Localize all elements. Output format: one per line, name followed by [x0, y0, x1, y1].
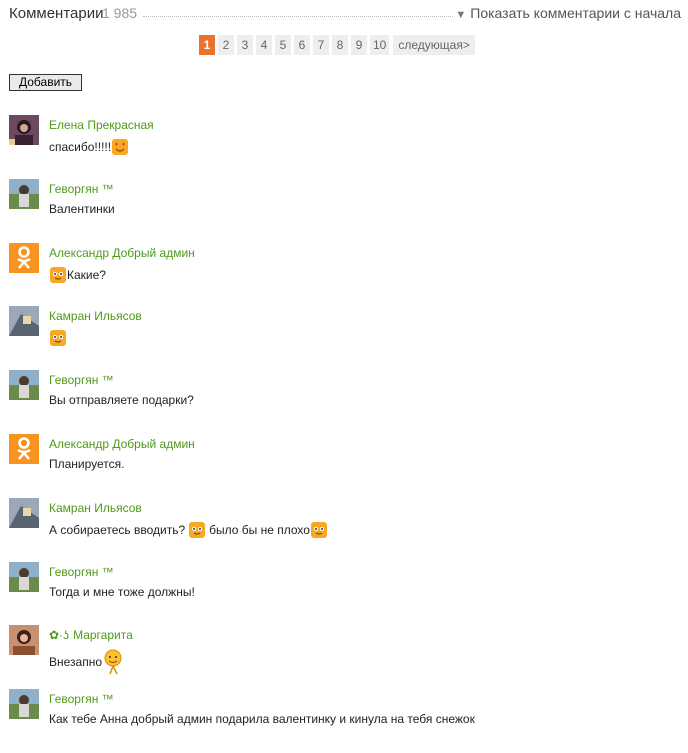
avatar[interactable]: [9, 178, 39, 209]
comment-text: [49, 329, 67, 347]
header-divider: [143, 16, 453, 17]
comment-text: А собираетесь вводить? было бы не плохо: [49, 521, 328, 539]
comment-author[interactable]: Геворгян ™: [49, 565, 114, 579]
comment-body: Как тебе Анна добрый админ подарила вале…: [49, 712, 475, 727]
dancing-emoji-icon: [104, 649, 122, 675]
comment-body: А собираетесь вводить?: [49, 522, 186, 537]
comment-item: Александр Добрый админ Планируется.: [9, 433, 679, 498]
page-7[interactable]: 7: [313, 35, 329, 55]
show-from-start-link[interactable]: ▼ Показать комментарии с начала: [455, 5, 681, 21]
comment-author[interactable]: Александр Добрый админ: [49, 437, 195, 451]
comment-text: Какие?: [49, 266, 106, 284]
page-5[interactable]: 5: [275, 35, 291, 55]
comment-author[interactable]: Камран Ильясов: [49, 309, 142, 323]
avatar[interactable]: [9, 689, 39, 720]
avatar[interactable]: [9, 306, 39, 337]
avatar[interactable]: [9, 625, 39, 656]
page-10[interactable]: 10: [370, 35, 390, 55]
comment-text: Тогда и мне тоже должны!: [49, 585, 195, 599]
pagination: 1 2 3 4 5 6 7 8 9 10 следующая>: [199, 35, 475, 55]
comment-text: Валентинки: [49, 202, 115, 216]
add-comment-button[interactable]: Добавить: [9, 74, 83, 91]
page-8[interactable]: 8: [332, 35, 348, 55]
comment-author[interactable]: Камран Ильясов: [49, 501, 142, 515]
comments-header: Комментарии 1 985 ▼ Показать комментарии …: [9, 4, 681, 24]
comment-author[interactable]: Елена Прекрасная: [49, 118, 154, 132]
comments-count: 1 985: [102, 5, 138, 21]
page-1[interactable]: 1: [199, 35, 215, 55]
comment-item: Геворгян ™ Как тебе Анна добрый админ по…: [9, 689, 679, 753]
comment-text: Внезапно: [49, 648, 124, 676]
comments-title: Комментарии: [9, 5, 104, 22]
next-page-link[interactable]: следующая>: [393, 35, 475, 55]
comment-item: Камран Ильясов: [9, 306, 679, 370]
show-from-start-label: Показать комментарии с начала: [470, 5, 681, 21]
comment-author[interactable]: Геворгян ™: [49, 692, 114, 706]
comment-body: Внезапно: [49, 655, 103, 670]
heart-eyes-emoji-icon: [112, 139, 129, 155]
smiley-emoji-icon: [50, 266, 66, 283]
comment-body: Планируется.: [49, 456, 125, 471]
comment-item: Геворгян ™ Тогда и мне тоже должны!: [9, 561, 679, 626]
comment-text: Вы отправляете подарки?: [49, 393, 194, 407]
comment-item: ✿·ʖ Маргарита Внезапно: [9, 625, 679, 689]
comment-body: спасибо!!!!!: [49, 140, 112, 154]
page-3[interactable]: 3: [237, 35, 253, 55]
comment-text: Как тебе Анна добрый админ подарила вале…: [49, 712, 475, 726]
smiley-emoji-icon: [50, 330, 66, 347]
comment-author[interactable]: ✿·ʖ Маргарита: [49, 628, 133, 642]
comment-item: Александр Добрый админ Какие?: [9, 242, 679, 307]
comment-item: Геворгян ™ Вы отправляете подарки?: [9, 370, 679, 434]
comment-item: Камран Ильясов А собираетесь вводить? бы…: [9, 497, 679, 562]
comment-item: Елена Прекрасная спасибо!!!!!: [9, 115, 679, 179]
comment-body: Валентинки: [49, 201, 115, 216]
author-name: Маргарита: [73, 628, 133, 643]
comment-list: Елена Прекрасная спасибо!!!!! Геворгян ™…: [9, 115, 679, 753]
smiley-emoji-icon: [310, 521, 327, 538]
page-6[interactable]: 6: [294, 35, 310, 55]
comment-body-continued: было бы не плохо: [209, 522, 310, 537]
author-prefix: ✿·ʖ: [49, 628, 70, 643]
page-4[interactable]: 4: [256, 35, 272, 55]
smiley-emoji-icon: [189, 521, 206, 538]
comment-body: Какие?: [67, 267, 106, 282]
avatar[interactable]: [9, 370, 39, 401]
comment-body: Вы отправляете подарки?: [49, 393, 194, 408]
comment-author[interactable]: Геворгян ™: [49, 182, 114, 196]
triangle-down-icon: ▼: [455, 9, 467, 21]
avatar[interactable]: [9, 433, 39, 464]
avatar[interactable]: [9, 497, 39, 528]
avatar[interactable]: [9, 115, 39, 145]
comment-text: Планируется.: [49, 457, 125, 471]
comment-body: Тогда и мне тоже должны!: [49, 584, 195, 599]
avatar[interactable]: [9, 561, 39, 592]
page-9[interactable]: 9: [351, 35, 367, 55]
page-2[interactable]: 2: [218, 35, 234, 55]
avatar[interactable]: [9, 242, 39, 273]
comment-author[interactable]: Геворгян ™: [49, 373, 114, 387]
comment-author[interactable]: Александр Добрый админ: [49, 246, 195, 260]
comment-item: Геворгян ™ Валентинки: [9, 178, 679, 243]
comment-text: спасибо!!!!!: [49, 138, 129, 156]
